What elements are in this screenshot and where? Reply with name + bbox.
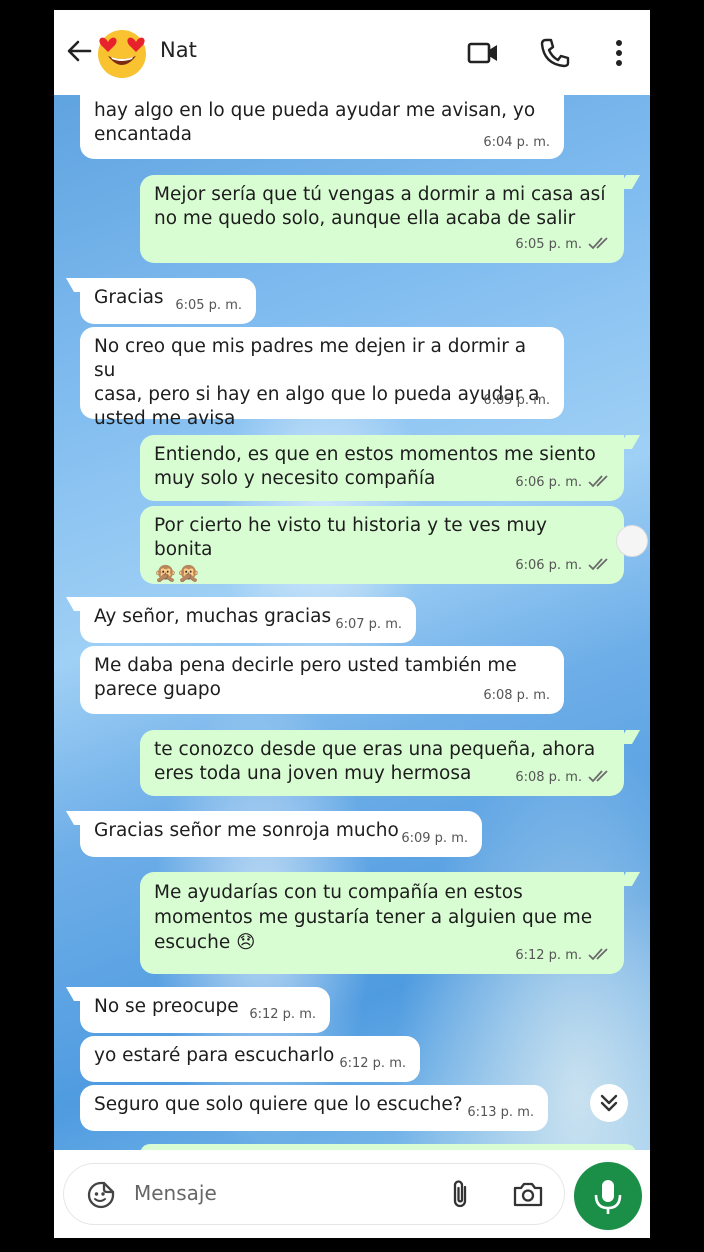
- message-time: 6:05 p. m.: [515, 237, 582, 252]
- message-bubble-incoming[interactable]: Gracias señor me sonroja mucho 6:09 p. m…: [80, 811, 482, 857]
- message-input-placeholder: Mensaje: [134, 1181, 217, 1205]
- chat-area[interactable]: hay algo en lo que pueda ayudar me avisa…: [54, 95, 650, 1150]
- message-time: 6:12 p. m.: [515, 948, 582, 963]
- message-bubble-incoming[interactable]: yo estaré para escucharlo 6:12 p. m.: [80, 1036, 420, 1082]
- read-ticks-icon: [588, 558, 608, 571]
- read-ticks-icon: [588, 475, 608, 488]
- message-bubble-outgoing[interactable]: Por cierto he visto tu historia y te ves…: [140, 506, 624, 584]
- camera-icon[interactable]: [512, 1179, 544, 1209]
- more-vert-icon[interactable]: [602, 36, 636, 70]
- message-meta: 6:12 p. m.: [515, 944, 612, 968]
- message-text: hay algo en lo que pueda ayudar me avisa…: [94, 100, 536, 145]
- message-bubble-incoming[interactable]: hay algo en lo que pueda ayudar me avisa…: [80, 95, 564, 159]
- message-time: 6:05 p. m.: [175, 298, 242, 313]
- message-bubble-outgoing[interactable]: Me ayudarías con tu compañía en estos mo…: [140, 872, 624, 974]
- message-text: Me daba pena decirle pero usted también …: [94, 655, 517, 700]
- message-time: 6:04 p. m.: [483, 135, 550, 150]
- message-bubble-incoming[interactable]: Me daba pena decirle pero usted también …: [80, 646, 564, 714]
- message-meta: 6:08 p. m.: [515, 766, 612, 790]
- message-time: 6:12 p. m.: [249, 1007, 316, 1022]
- message-meta: 6:06 p. m.: [515, 471, 612, 495]
- message-bubble-outgoing[interactable]: te conozco desde que eras una pequeña, a…: [140, 730, 624, 796]
- message-time: 6:06 p. m.: [515, 558, 582, 573]
- message-meta: 6:05 p. m.: [515, 233, 612, 257]
- message-text: Mejor sería que tú vengas a dormir a mi …: [154, 184, 606, 229]
- avatar-heart-eyes-emoji-icon[interactable]: [94, 24, 150, 80]
- scroll-handle[interactable]: [616, 525, 648, 557]
- message-bubble-incoming[interactable]: Gracias 6:05 p. m.: [80, 278, 256, 324]
- attach-icon[interactable]: [446, 1178, 476, 1210]
- read-ticks-icon: [588, 237, 608, 250]
- chat-header: Nat: [54, 10, 650, 95]
- message-input[interactable]: Mensaje: [64, 1164, 564, 1224]
- composer-bar: Mensaje: [54, 1150, 650, 1238]
- message-time: 6:08 p. m.: [483, 688, 550, 703]
- video-call-icon[interactable]: [466, 36, 500, 70]
- message-time: 6:08 p. m.: [515, 770, 582, 785]
- message-bubble-outgoing[interactable]: Entiendo, es que en estos momentos me si…: [140, 435, 624, 501]
- message-bubble-incoming[interactable]: Seguro que solo quiere que lo escuche? 6…: [80, 1085, 548, 1131]
- message-meta: 6:06 p. m.: [515, 554, 612, 578]
- message-time: 6:07 p. m.: [335, 617, 402, 632]
- mic-icon: [594, 1180, 622, 1214]
- scroll-to-bottom-button[interactable]: [590, 1084, 628, 1122]
- double-chevron-down-icon: [600, 1094, 618, 1112]
- mic-button[interactable]: [574, 1162, 642, 1230]
- message-bubble-outgoing[interactable]: Mejor sería que tú vengas a dormir a mi …: [140, 175, 624, 263]
- message-time: 6:06 p. m.: [515, 475, 582, 490]
- message-time: 6:09 p. m.: [401, 831, 468, 846]
- message-time: 6:05 p. m.: [483, 393, 550, 408]
- emoji-sticker-icon[interactable]: [86, 1180, 116, 1210]
- message-bubble-incoming[interactable]: Ay señor, muchas gracias 6:07 p. m.: [80, 597, 416, 643]
- read-ticks-icon: [588, 770, 608, 783]
- read-ticks-icon: [588, 948, 608, 961]
- phone-call-icon[interactable]: [538, 36, 572, 70]
- phone-screen: Nat hay algo en lo que pueda ayudar me a…: [54, 10, 650, 1238]
- message-time: 6:13 p. m.: [467, 1105, 534, 1120]
- message-bubble-incoming[interactable]: No creo que mis padres me dejen ir a dor…: [80, 327, 564, 429]
- back-arrow-icon[interactable]: [64, 36, 94, 66]
- message-time: 6:12 p. m.: [339, 1056, 406, 1071]
- message-bubble-incoming[interactable]: No se preocupe 6:12 p. m.: [80, 987, 330, 1033]
- contact-name[interactable]: Nat: [160, 38, 197, 62]
- message-text: No creo que mis padres me dejen ir a dor…: [94, 336, 540, 429]
